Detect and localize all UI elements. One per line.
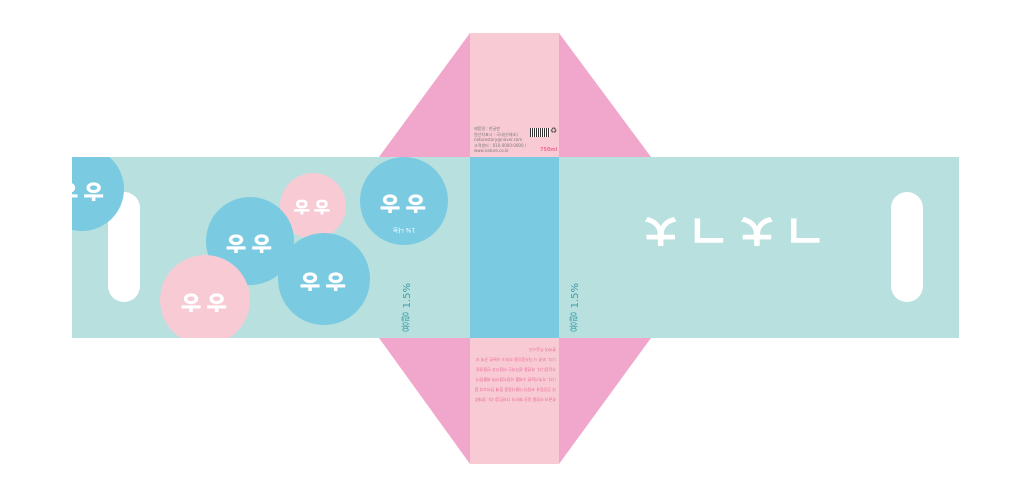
circle-pink-large: ㅎㅎ: [160, 255, 250, 338]
volume-label-right: 용량 1.5%: [570, 283, 581, 332]
circle-blue-top: 1% 나눔 ㅎㅎ: [360, 157, 448, 245]
top-left-flap: [379, 33, 470, 157]
circle-glyph: ㅎㅎ: [72, 172, 108, 207]
bottom-right-flap: [559, 338, 651, 464]
circle-glyph: ㅎㅎ: [298, 262, 350, 297]
circle-glyph: ㅎㅎ: [292, 192, 334, 220]
brand-mark: ㄱㅊㄱㅊ: [634, 201, 828, 257]
volume-label-left: 용량 1.5%: [402, 283, 413, 332]
circle-glyph: ㅎㅎ: [179, 283, 231, 318]
circle-glyph: ㅎㅎ: [224, 224, 276, 259]
side-strip: [470, 157, 559, 338]
circle-badge: 1% 나눔: [392, 226, 416, 233]
size-label: 750ml: [540, 147, 558, 153]
recycle-icon: ♻: [550, 126, 558, 135]
circle-blue-middle: ㅎㅎ: [278, 233, 370, 325]
bottom-left-flap: [379, 338, 470, 464]
handle-cutout-right: [891, 192, 923, 302]
circle-blue-edge: ㅎㅎ: [72, 157, 124, 231]
top-right-flap: [559, 33, 651, 157]
product-description: 한글과 자연을 담은 패키지 디자인입니다. 원재료의 건강함과 포장의 아름다…: [474, 347, 556, 402]
barcode: [530, 128, 550, 137]
circle-glyph: ㅎㅎ: [378, 184, 430, 219]
